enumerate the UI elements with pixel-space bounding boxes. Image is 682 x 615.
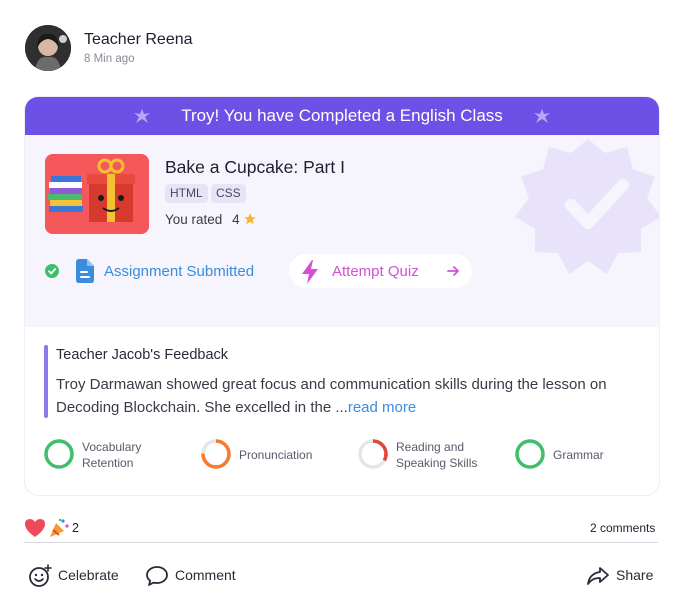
celebrate-button[interactable]: Celebrate	[28, 562, 128, 588]
skill-label: Reading and Speaking Skills	[396, 440, 478, 470]
document-icon	[76, 259, 94, 283]
share-label: Share	[616, 567, 654, 583]
check-circle-icon	[45, 264, 59, 278]
skill-grammar: Grammar	[515, 437, 645, 473]
feedback-body: Troy Darmawan showed great focus and com…	[56, 376, 607, 416]
comments-count[interactable]: 2 comments	[590, 521, 655, 535]
skill-vocabulary: Vocabulary Retention	[44, 437, 184, 473]
rating-value: 4	[232, 212, 240, 227]
comment-button[interactable]: Comment	[145, 562, 245, 588]
skill-reading-speaking: Reading and Speaking Skills	[358, 437, 508, 473]
progress-ring	[515, 439, 545, 469]
skill-label: Vocabulary Retention	[82, 440, 142, 470]
banner-text: Troy! You have Completed a English Class	[181, 106, 503, 125]
reactions[interactable]	[24, 518, 70, 543]
rating-row: You rated 4	[165, 212, 257, 227]
author-name[interactable]: Teacher Reena	[84, 31, 193, 49]
post-time: 8 Min ago	[84, 53, 135, 65]
attempt-quiz-button[interactable]: Attempt Quiz	[289, 254, 472, 288]
course-title[interactable]: Bake a Cupcake: Part I	[165, 157, 345, 178]
celebrate-icon	[29, 564, 52, 587]
comment-icon	[146, 566, 168, 586]
course-thumbnail[interactable]	[45, 154, 149, 234]
skill-label: Pronunciation	[239, 448, 313, 462]
tag-html[interactable]: HTML	[165, 184, 208, 203]
progress-ring	[358, 439, 388, 469]
celebrate-label: Celebrate	[58, 567, 119, 583]
divider	[24, 542, 658, 543]
party-popper-icon[interactable]	[48, 518, 70, 538]
avatar[interactable]	[25, 25, 71, 71]
skill-label: Grammar	[553, 448, 604, 462]
feedback-text: Troy Darmawan showed great focus and com…	[56, 374, 646, 419]
feedback-accent	[44, 345, 48, 418]
activity-card: Troy! You have Completed a English Class	[24, 96, 660, 496]
attempt-quiz-label: Attempt Quiz	[332, 263, 419, 280]
star-icon	[244, 213, 257, 225]
heart-icon[interactable]	[24, 518, 46, 538]
badge-check-icon	[515, 139, 659, 274]
read-more-link[interactable]: read more	[348, 399, 416, 416]
comment-label: Comment	[175, 567, 236, 583]
progress-ring	[44, 439, 74, 469]
rated-label: You rated	[165, 212, 223, 227]
share-icon	[587, 567, 609, 585]
feedback-title: Teacher Jacob's Feedback	[56, 347, 229, 363]
reaction-count: 2	[72, 521, 79, 535]
progress-ring	[201, 439, 231, 469]
sparkle-icon	[534, 109, 550, 123]
tag-css[interactable]: CSS	[211, 184, 246, 203]
assignment-status[interactable]: Assignment Submitted	[104, 263, 254, 280]
lightning-icon	[302, 260, 318, 284]
arrow-right-icon	[447, 266, 459, 276]
share-button[interactable]: Share	[586, 562, 658, 588]
skill-pronunciation: Pronunciation	[201, 437, 341, 473]
